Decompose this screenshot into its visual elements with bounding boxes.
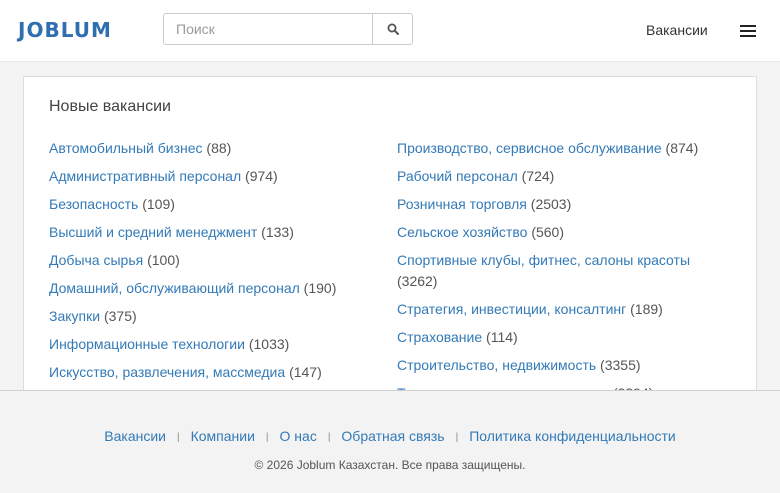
category-count: (133) — [261, 224, 294, 240]
category-count: (3355) — [600, 357, 641, 373]
category-link[interactable]: Рабочий персонал — [397, 168, 518, 184]
category-item: Закупки (375) — [49, 306, 379, 327]
category-count: (2503) — [530, 196, 572, 212]
category-link[interactable]: Розничная торговля — [397, 196, 527, 212]
category-link[interactable]: Административный персонал — [49, 168, 241, 184]
category-item: Автомобильный бизнес (88) — [49, 138, 379, 159]
search-input[interactable] — [163, 13, 373, 45]
category-item: Производство, сервисное обслуживание (87… — [397, 138, 717, 159]
category-item: Страхование (114) — [397, 327, 717, 348]
category-link[interactable]: Искусство, развлечения, массмедиа — [49, 364, 285, 380]
category-link[interactable]: Автомобильный бизнес — [49, 140, 203, 156]
category-link[interactable]: Информационные технологии — [49, 336, 245, 352]
category-link[interactable]: Страхование — [397, 329, 482, 345]
category-count: (88) — [206, 140, 232, 156]
category-link[interactable]: Спортивные клубы, фитнес, салоны красоты — [397, 252, 690, 268]
category-link[interactable]: Закупки — [49, 308, 100, 324]
footer-separator: | — [265, 432, 269, 443]
category-item: Спортивные клубы, фитнес, салоны красоты… — [397, 250, 717, 292]
category-link[interactable]: Стратегия, инвестиции, консалтинг — [397, 301, 626, 317]
joblum-logo[interactable]: JOBLUM — [18, 18, 112, 42]
category-link[interactable]: Строительство, недвижимость — [397, 357, 596, 373]
category-count: (1033) — [248, 336, 290, 352]
category-item: Искусство, развлечения, массмедиа (147) — [49, 362, 379, 383]
copyright: © 2026 Joblum Казахстан. Все права защищ… — [254, 458, 526, 472]
category-count: (724) — [521, 168, 555, 184]
footer-link[interactable]: О нас — [280, 428, 317, 444]
category-link[interactable]: Сельское хозяйство — [397, 224, 527, 240]
category-count: (560) — [531, 224, 564, 240]
search-icon — [387, 23, 399, 35]
footer-links: Вакансии | Компании | О нас | Обратная связь | П… — [0, 427, 780, 448]
category-count: (100) — [147, 252, 180, 268]
footer-separator: | — [455, 432, 459, 443]
category-count: (974) — [245, 168, 278, 184]
footer-link[interactable]: Обратная связь — [341, 428, 444, 444]
footer-link[interactable]: Политика конфиденциальности — [469, 428, 676, 444]
category-count: (147) — [289, 364, 322, 380]
category-link[interactable]: Добыча сырья — [49, 252, 143, 268]
footer-separator: | — [176, 432, 180, 443]
category-item: Домашний, обслуживающий персонал (190) — [49, 278, 379, 299]
nav-vacancies-link[interactable]: Вакансии — [646, 21, 708, 39]
category-count: (3262) — [397, 273, 438, 289]
category-item: Безопасность (109) — [49, 194, 379, 215]
category-count: (189) — [630, 301, 663, 317]
footer-separator: | — [327, 432, 331, 443]
category-link[interactable]: Домашний, обслуживающий персонал — [49, 280, 300, 296]
footer: Вакансии | Компании | О нас | Обратная связь | П… — [0, 390, 780, 493]
category-count: (874) — [665, 140, 699, 156]
categories-right-column: Производство, сервисное обслуживание (87… — [397, 138, 717, 411]
categories-left-column: Автомобильный бизнес (88) Административны… — [49, 138, 379, 390]
category-item: Высший и средний менеджмент (133) — [49, 222, 379, 243]
category-item: Административный персонал (974) — [49, 166, 379, 187]
category-item: Розничная торговля (2503) — [397, 194, 717, 215]
category-link[interactable]: Высший и средний менеджмент — [49, 224, 257, 240]
category-item: Стратегия, инвестиции, консалтинг (189) — [397, 299, 717, 320]
category-count: (114) — [486, 329, 518, 345]
footer-link[interactable]: Вакансии — [104, 428, 166, 444]
hamburger-menu-icon[interactable] — [738, 22, 760, 40]
category-item: Сельское хозяйство (560) — [397, 222, 717, 243]
category-link[interactable]: Производство, сервисное обслуживание — [397, 140, 662, 156]
footer-link[interactable]: Компании — [191, 428, 255, 444]
search-button[interactable] — [372, 13, 413, 45]
new-vacancies-panel: Новые вакансии Автомобильный бизнес (88)… — [23, 76, 757, 416]
category-count: (375) — [103, 308, 137, 324]
header: JOBLUM Вакансии — [0, 0, 780, 62]
category-link[interactable]: Безопасность — [49, 196, 138, 212]
category-item: Информационные технологии (1033) — [49, 334, 379, 355]
panel-title: Новые вакансии — [49, 98, 171, 115]
category-count: (190) — [303, 280, 337, 296]
category-item: Строительство, недвижимость (3355) — [397, 355, 717, 376]
category-item: Добыча сырья (100) — [49, 250, 379, 271]
category-item: Рабочий персонал (724) — [397, 166, 717, 187]
category-count: (109) — [142, 196, 175, 212]
